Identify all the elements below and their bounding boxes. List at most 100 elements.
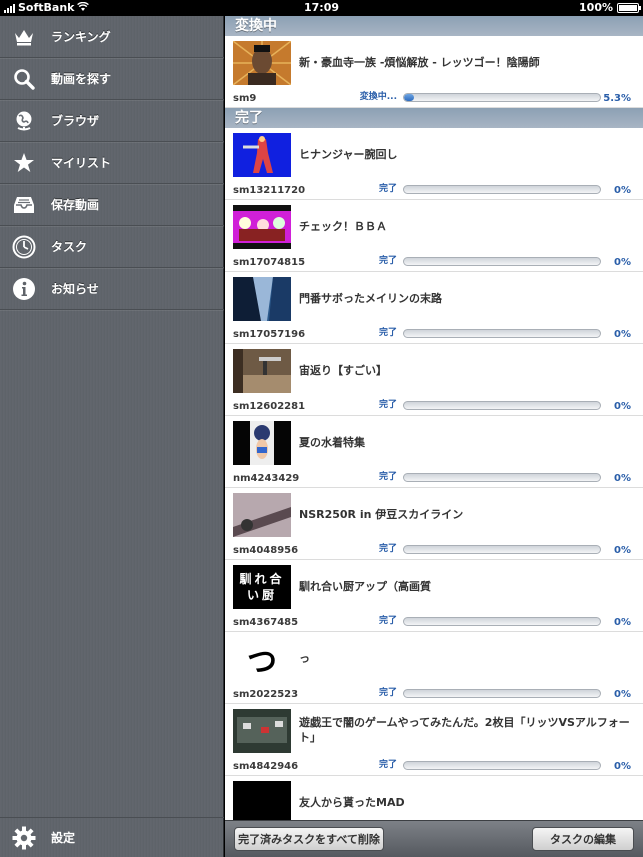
sidebar-item-mylist[interactable]: マイリスト — [0, 142, 224, 184]
progress-percent: 0% — [614, 257, 631, 268]
task-status: 完了 — [378, 400, 397, 410]
task-status: 完了 — [378, 616, 397, 626]
video-title: 宙返り【すごい】 — [299, 363, 387, 377]
task-status: 完了 — [378, 544, 397, 554]
progress-percent: 0% — [614, 689, 631, 700]
progress-bar — [403, 329, 601, 338]
bottom-toolbar: 完了済みタスクをすべて削除 タスクの編集 — [225, 820, 643, 857]
task-status: 完了 — [378, 688, 397, 698]
video-thumbnail — [233, 133, 291, 177]
sidebar-item-ranking[interactable]: ランキング — [0, 16, 224, 58]
section-header-done: 完了 — [225, 108, 643, 128]
progress-percent: 0% — [614, 473, 631, 484]
video-thumbnail — [233, 277, 291, 321]
video-title: 新・豪血寺一族 -煩悩解放 - レッツゴー！陰陽師 — [299, 55, 540, 69]
progress-bar — [403, 617, 601, 626]
progress-percent: 0% — [614, 185, 631, 196]
sidebar-item-label: 動画を探す — [51, 72, 112, 86]
task-status: 完了 — [378, 760, 397, 770]
sidebar-item-label: ブラウザ — [51, 114, 100, 128]
video-thumbnail — [233, 205, 291, 249]
video-title: チェック！ＢＢＡ — [299, 219, 387, 233]
video-id: sm9 — [233, 93, 257, 104]
video-title: 馴れ合い厨アップ（高画質 — [299, 579, 431, 593]
task-status: 完了 — [378, 472, 397, 482]
progress-percent: 0% — [614, 329, 631, 340]
battery-percent: 100% — [579, 1, 613, 14]
info-icon — [12, 277, 36, 301]
video-title: ヒナンジャー腕回し — [299, 147, 398, 161]
progress-bar — [403, 761, 601, 770]
task-row[interactable]: つ っ sm2022523 完了 0% — [225, 632, 643, 704]
progress-percent: 0% — [614, 401, 631, 412]
sidebar-item-label: マイリスト — [51, 156, 112, 170]
sidebar-item-label: ランキング — [51, 30, 111, 44]
progress-bar — [403, 257, 601, 266]
video-thumbnail: 馴れ合い厨 — [233, 565, 291, 609]
sidebar-item-search[interactable]: 動画を探す — [0, 58, 224, 100]
task-row[interactable]: ヒナンジャー腕回し sm13211720 完了 0% — [225, 128, 643, 200]
task-status: 変換中... — [359, 92, 397, 102]
video-id: sm4367485 — [233, 617, 299, 628]
task-status: 完了 — [378, 328, 397, 338]
video-thumbnail — [233, 421, 291, 465]
progress-bar — [403, 473, 601, 482]
sidebar-item-label: タスク — [51, 240, 88, 254]
search-icon — [12, 67, 36, 91]
task-row[interactable]: 宙返り【すごい】 sm12602281 完了 0% — [225, 344, 643, 416]
settings-button[interactable]: 設定 — [0, 817, 224, 857]
sidebar-item-tasks[interactable]: タスク — [0, 226, 224, 268]
video-thumbnail — [233, 349, 291, 393]
video-title: 遊戯王で闇のゲームやってみたんだ。2枚目「リッツVSアルフォート」 — [299, 716, 630, 744]
task-row[interactable]: チェック！ＢＢＡ sm17074815 完了 0% — [225, 200, 643, 272]
progress-bar — [403, 689, 601, 698]
star-icon — [12, 151, 36, 175]
progress-bar — [403, 185, 601, 194]
task-row[interactable]: NSR250R in 伊豆スカイライン sm4048956 完了 0% — [225, 488, 643, 560]
settings-label: 設定 — [51, 831, 76, 845]
crown-icon — [12, 25, 36, 49]
video-id: sm4842946 — [233, 761, 299, 772]
video-thumbnail — [233, 781, 291, 820]
sidebar-item-label: 保存動画 — [51, 198, 100, 212]
video-id: sm4048956 — [233, 545, 299, 556]
sidebar-item-browser[interactable]: ブラウザ — [0, 100, 224, 142]
sidebar: ランキング 動画を探す ブラウザ マイリスト 保存動画 タスク お知らせ 設定 — [0, 16, 224, 857]
status-bar: SoftBank 17:09 100% — [0, 0, 643, 16]
progress-percent: 0% — [614, 761, 631, 772]
video-id: sm13211720 — [233, 185, 306, 196]
gear-icon — [12, 826, 36, 850]
task-row[interactable]: 遊戯王で闇のゲームやってみたんだ。2枚目「リッツVSアルフォート」 sm4842… — [225, 704, 643, 776]
task-list[interactable]: 変換中 新・豪血寺一族 -煩悩解放 - レッツゴー！陰陽師 sm9 変換中...… — [225, 16, 643, 820]
progress-bar — [403, 545, 601, 554]
task-row[interactable]: 夏の水着特集 nm4243429 完了 0% — [225, 416, 643, 488]
video-id: sm17057196 — [233, 329, 306, 340]
clock-icon — [12, 235, 36, 259]
section-header-converting: 変換中 — [225, 16, 643, 36]
task-row-converting[interactable]: 新・豪血寺一族 -煩悩解放 - レッツゴー！陰陽師 sm9 変換中... 5.3… — [225, 36, 643, 108]
battery-group: 100% — [579, 1, 641, 14]
video-thumbnail — [233, 41, 291, 85]
clock-time: 17:09 — [303, 1, 339, 14]
video-title: NSR250R in 伊豆スカイライン — [299, 507, 464, 521]
video-title: 門番サボったメイリンの末路 — [299, 291, 442, 305]
video-title: っ — [299, 651, 310, 665]
video-thumbnail: つ — [233, 637, 291, 681]
video-thumbnail — [233, 709, 291, 753]
video-id: sm17074815 — [233, 257, 306, 268]
video-title: 夏の水着特集 — [299, 435, 365, 449]
sidebar-item-label: お知らせ — [51, 282, 99, 296]
progress-percent: 0% — [614, 617, 631, 628]
task-row[interactable]: 門番サボったメイリンの末路 sm17057196 完了 0% — [225, 272, 643, 344]
globe-icon — [12, 109, 36, 133]
sidebar-item-saved-videos[interactable]: 保存動画 — [0, 184, 224, 226]
video-thumbnail — [233, 493, 291, 537]
battery-icon — [617, 2, 641, 13]
task-row[interactable]: 馴れ合い厨 馴れ合い厨アップ（高画質 sm4367485 完了 0% — [225, 560, 643, 632]
task-row[interactable]: 友人から貰ったMAD — [225, 776, 643, 820]
task-status: 完了 — [378, 184, 397, 194]
video-id: sm2022523 — [233, 689, 299, 700]
sidebar-item-notices[interactable]: お知らせ — [0, 268, 224, 310]
edit-tasks-button[interactable]: タスクの編集 — [532, 827, 634, 851]
clear-completed-button[interactable]: 完了済みタスクをすべて削除 — [234, 827, 384, 851]
